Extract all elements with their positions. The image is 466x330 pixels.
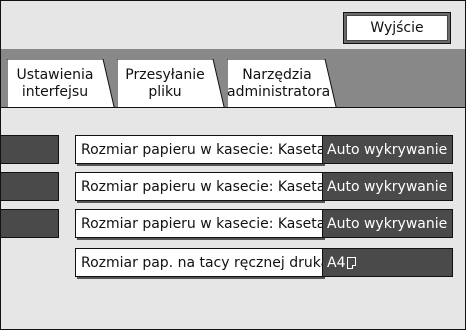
exit-button-label: Wyjście bbox=[346, 15, 448, 41]
bypass-tray-size-button[interactable]: Rozmiar pap. na tacy ręcznej drukarki bbox=[75, 248, 347, 277]
header: Wyjście bbox=[1, 1, 465, 49]
left-setting-button-partial[interactable] bbox=[1, 172, 59, 201]
exit-button[interactable]: Wyjście bbox=[343, 12, 451, 44]
tab-label: Przesyłanie pliku bbox=[125, 67, 205, 100]
bypass-tray-size-value: A4 bbox=[323, 248, 453, 277]
setting-row-bypass-tray: Rozmiar pap. na tacy ręcznej drukarki A4 bbox=[75, 248, 453, 277]
screen: Wyjście Ustawienia interfejsu Przesyłani… bbox=[0, 0, 466, 330]
tab-file-transfer[interactable]: Przesyłanie pliku bbox=[117, 59, 227, 111]
tray-3-size-value: Auto wykrywanie bbox=[323, 172, 453, 201]
tab-administrator-tools[interactable]: Narzędzia administratora bbox=[227, 59, 339, 111]
tray-2-size-button[interactable]: Rozmiar papieru w kasecie: Kaseta 2 bbox=[75, 135, 339, 164]
portrait-paper-icon bbox=[347, 256, 357, 269]
left-setting-button-partial[interactable] bbox=[1, 135, 59, 164]
bypass-tray-size-text: A4 bbox=[327, 254, 346, 271]
tray-3-size-button[interactable]: Rozmiar papieru w kasecie: Kaseta 3 bbox=[75, 172, 339, 201]
left-setting-button-partial[interactable] bbox=[1, 209, 59, 238]
tab-interface-settings[interactable]: Ustawienia interfejsu bbox=[7, 59, 117, 111]
tab-label: Ustawienia interfejsu bbox=[16, 67, 94, 100]
tray-4-size-value: Auto wykrywanie bbox=[323, 209, 453, 238]
setting-row-tray-2: Rozmiar papieru w kasecie: Kaseta 2 Auto… bbox=[75, 135, 453, 164]
setting-row-tray-3: Rozmiar papieru w kasecie: Kaseta 3 Auto… bbox=[75, 172, 453, 201]
setting-row-tray-4: Rozmiar papieru w kasecie: Kaseta 4 Auto… bbox=[75, 209, 453, 238]
tab-label: Narzędzia administratora bbox=[227, 67, 331, 100]
tab-bar: Ustawienia interfejsu Przesyłanie pliku … bbox=[1, 49, 465, 111]
tray-2-size-value: Auto wykrywanie bbox=[323, 135, 453, 164]
settings-panel: Rozmiar papieru w kasecie: Kaseta 2 Auto… bbox=[1, 107, 465, 329]
tray-4-size-button[interactable]: Rozmiar papieru w kasecie: Kaseta 4 bbox=[75, 209, 339, 238]
